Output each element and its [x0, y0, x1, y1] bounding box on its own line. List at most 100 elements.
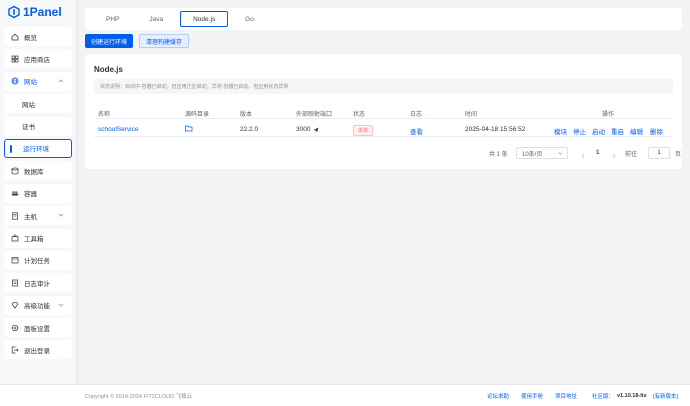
runtime-name-link[interactable]: schoolService: [98, 126, 138, 133]
table-divider: [94, 136, 673, 137]
sidebar-item-label: 数据库: [24, 168, 44, 176]
column-header-source-dir: 源码目录: [185, 112, 210, 118]
sidebar-item-advanced[interactable]: 高级功能: [4, 295, 72, 315]
sidebar-item-label: 网站: [22, 101, 35, 109]
column-header-operations: 操作: [602, 112, 615, 118]
start-button[interactable]: 启动: [592, 126, 605, 136]
globe-icon: [11, 77, 19, 85]
copyright-text: Copyright © 2014-2024 FIT2CLOUD 飞致云: [85, 393, 193, 400]
sidebar-item-label: 计划任务: [24, 258, 50, 266]
sidebar-item-host[interactable]: 主机: [4, 206, 72, 226]
sidebar: 1Panel 概览 应用商店 网站 网站 证书 运行环境 数据库 容器 主机 工…: [0, 0, 77, 406]
version-label: v1.10.18-lts: [617, 392, 647, 399]
tab-nodejs[interactable]: Node.js: [180, 11, 229, 27]
table-divider: [94, 118, 673, 119]
view-log-link[interactable]: 查看: [410, 126, 423, 136]
sidebar-item-label: 容器: [24, 191, 37, 199]
sidebar-item-label: 应用商店: [24, 56, 50, 64]
sidebar-subitem-certificate[interactable]: 证书: [4, 116, 72, 136]
tab-php[interactable]: PHP: [93, 11, 132, 27]
folder-open-icon[interactable]: [185, 125, 193, 132]
tab-java[interactable]: Java: [136, 11, 176, 27]
prev-page-icon[interactable]: [580, 150, 586, 162]
send-arrow-icon[interactable]: [313, 127, 319, 133]
sidebar-subitem-website[interactable]: 网站: [4, 94, 72, 114]
create-runtime-button[interactable]: 创建运行环境: [85, 34, 134, 48]
status-notice: 状态说明：启动中-容器已启动，但应用正在启动；异常-容器已启动，但应用状态异常: [94, 79, 673, 94]
app-logo[interactable]: 1Panel: [0, 0, 76, 24]
sidebar-subitem-runtime[interactable]: 运行环境: [4, 138, 72, 158]
store-icon: [11, 55, 19, 63]
footer: Copyright © 2014-2024 FIT2CLOUD 飞致云 论坛求助…: [0, 384, 690, 406]
chevron-down-icon: [58, 303, 64, 307]
modules-button[interactable]: 模块: [554, 126, 567, 136]
chevron-down-icon: [558, 152, 563, 155]
main-content: PHP Java Node.js Go 创建运行环境 清理构建缓存 Node.j…: [77, 0, 690, 406]
goto-page-input[interactable]: 1: [648, 147, 670, 159]
sidebar-item-logout[interactable]: 退出登录: [4, 340, 72, 360]
sidebar-item-label: 运行环境: [23, 146, 49, 154]
page-number-current[interactable]: 1: [596, 147, 599, 159]
runtime-port: 3000: [296, 126, 311, 133]
stop-button[interactable]: 停止: [573, 126, 586, 136]
page-size-value: 10条/页: [522, 151, 543, 158]
sidebar-item-label: 主机: [24, 213, 37, 221]
sidebar-item-label: 工具箱: [24, 236, 44, 244]
restart-button[interactable]: 重启: [611, 126, 624, 136]
status-badge: 失败: [353, 125, 374, 136]
home-icon: [11, 33, 19, 41]
sidebar-menu: 概览 应用商店 网站 网站 证书 运行环境 数据库 容器 主机 工具箱 计划任务…: [0, 24, 76, 360]
chevron-up-icon: [58, 79, 64, 83]
sidebar-item-cronjob[interactable]: 计划任务: [4, 250, 72, 270]
action-bar: 创建运行环境 清理构建缓存: [85, 34, 195, 48]
project-link[interactable]: 项目地址: [555, 392, 577, 400]
column-header-version: 版本: [240, 112, 253, 118]
sidebar-item-toolbox[interactable]: 工具箱: [4, 228, 72, 248]
column-header-time: 时间: [465, 112, 478, 118]
sidebar-item-label: 网站: [24, 79, 37, 87]
sidebar-item-settings[interactable]: 面板设置: [4, 318, 72, 338]
chevron-down-icon: [58, 213, 64, 217]
column-header-log: 日志: [410, 112, 423, 118]
sidebar-item-log-audit[interactable]: 日志审计: [4, 273, 72, 293]
calendar-icon: [11, 256, 19, 264]
1panel-logo-icon: [8, 6, 20, 18]
container-icon: [11, 189, 19, 197]
sidebar-item-label: 概览: [24, 34, 37, 42]
toolbox-icon: [11, 234, 19, 242]
tab-go[interactable]: Go: [232, 11, 267, 27]
forum-link[interactable]: 论坛求助: [487, 392, 509, 400]
diamond-icon: [11, 301, 19, 309]
settings-icon: [11, 324, 19, 332]
log-icon: [11, 279, 19, 287]
next-page-icon[interactable]: [611, 150, 617, 162]
column-header-name[interactable]: 名称: [98, 109, 110, 118]
host-icon: [11, 212, 19, 220]
sidebar-item-database[interactable]: 数据库: [4, 161, 72, 181]
logout-icon: [11, 346, 19, 354]
pagination-total: 共 1 条: [489, 151, 508, 158]
sidebar-item-label: 面板设置: [24, 325, 50, 333]
page-unit-label: 页: [675, 151, 682, 158]
sidebar-item-container[interactable]: 容器: [4, 183, 72, 203]
runtime-card: Node.js 状态说明：启动中-容器已启动，但应用正在启动；异常-容器已启动，…: [85, 54, 682, 169]
edit-button[interactable]: 编辑: [630, 126, 643, 136]
sidebar-item-label: 高级功能: [24, 303, 50, 311]
sidebar-item-label: 退出登录: [24, 347, 50, 355]
clear-build-cache-button[interactable]: 清理构建缓存: [139, 34, 190, 48]
page-size-select[interactable]: 10条/页: [516, 147, 568, 159]
runtime-tabs: PHP Java Node.js Go: [85, 8, 682, 30]
update-link[interactable]: [有新版本]: [653, 392, 678, 400]
edition-label: 社区版：: [592, 393, 615, 400]
sidebar-item-app-store[interactable]: 应用商店: [4, 49, 72, 69]
delete-button[interactable]: 删除: [650, 126, 663, 136]
column-header-port: 外部映射端口: [296, 112, 333, 118]
sidebar-item-overview[interactable]: 概览: [4, 27, 72, 46]
column-header-status: 状态: [353, 112, 366, 118]
app-name: 1Panel: [23, 5, 62, 19]
sidebar-item-website[interactable]: 网站: [4, 71, 72, 91]
manual-link[interactable]: 使用手册: [521, 392, 543, 400]
card-title: Node.js: [94, 65, 123, 74]
runtime-time: 2025-04-18 15:56:52: [465, 126, 526, 133]
sidebar-item-label: 证书: [22, 124, 35, 132]
